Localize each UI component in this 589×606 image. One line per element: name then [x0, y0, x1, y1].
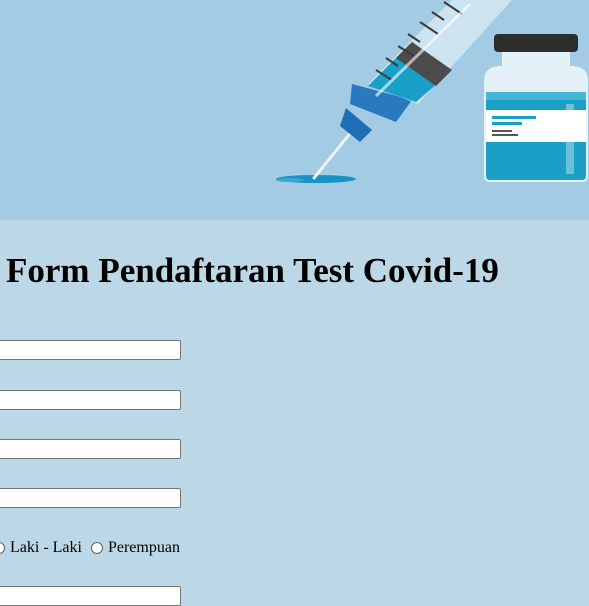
text-input-6[interactable] [0, 586, 181, 606]
gender-radio-group: Laki - Laki Perempuan [0, 538, 189, 558]
radio-label-perempuan: Perempuan [107, 539, 180, 556]
radio-laki-laki[interactable] [0, 542, 5, 554]
text-input-4[interactable] [0, 488, 181, 508]
radio-perempuan[interactable] [90, 542, 103, 554]
vaccine-vial [484, 34, 588, 182]
radio-label-laki-laki: Laki - Laki [10, 539, 82, 556]
text-input-2[interactable] [0, 390, 181, 410]
vaccine-illustration [276, 0, 588, 183]
page-title: Form Pendaftaran Test Covid-19 [6, 251, 499, 290]
syringe [312, 0, 512, 180]
text-input-1[interactable] [0, 340, 181, 360]
header-banner [0, 0, 589, 220]
text-input-3[interactable] [0, 439, 181, 459]
